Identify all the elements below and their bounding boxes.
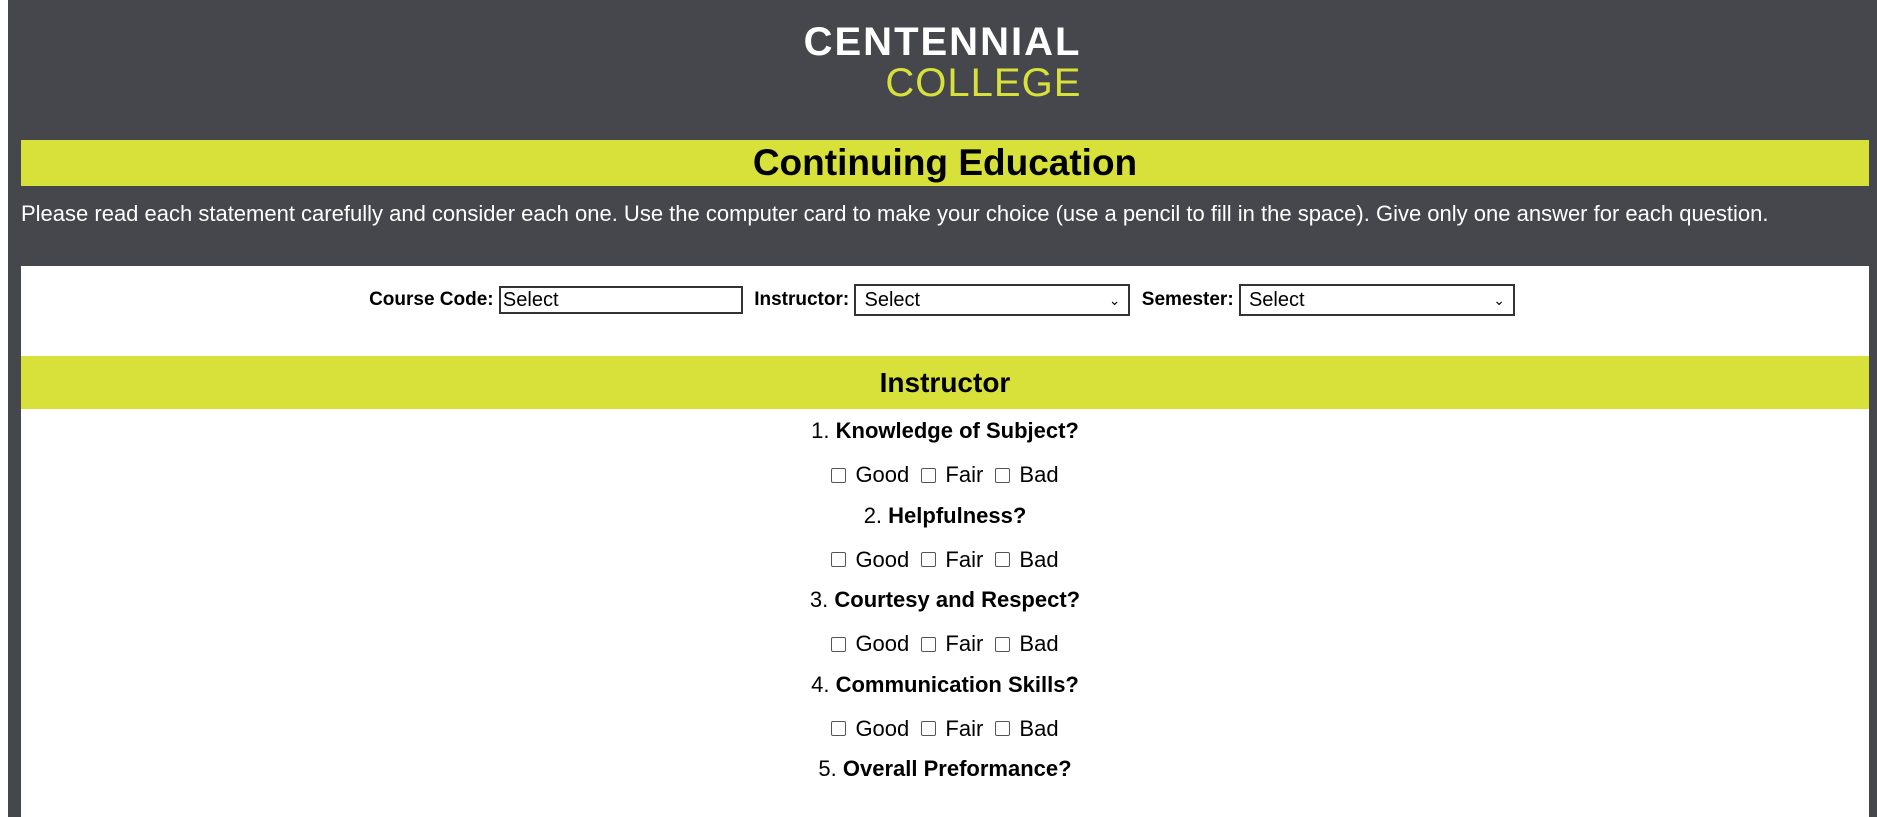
question-number: 2. — [863, 502, 883, 528]
semester-select[interactable]: Select ⌄ — [1238, 284, 1515, 316]
option-label: Bad — [1019, 462, 1059, 487]
question-5: 5. Overall Preformance? — [21, 756, 1869, 782]
chevron-down-icon: ⌄ — [1493, 291, 1505, 308]
checkbox[interactable] — [921, 721, 937, 736]
question-number: 1. — [811, 418, 830, 443]
intro-text: Please read each statement carefully and… — [21, 201, 1769, 226]
question-1: 1. Knowledge of Subject? — [21, 418, 1869, 444]
checkbox[interactable] — [921, 467, 937, 483]
instructor-label: Instructor: — [754, 289, 850, 310]
answer-options-1: Good Fair Bad — [21, 462, 1869, 489]
instructor-select[interactable]: Select ⌄ — [854, 284, 1131, 316]
answer-options-3: Good Fair Bad — [21, 631, 1869, 658]
option-good[interactable]: Good — [831, 716, 909, 742]
question-number: 5. — [818, 756, 837, 781]
option-label: Fair — [945, 546, 984, 572]
checkbox[interactable] — [831, 552, 847, 567]
option-label: Bad — [1019, 631, 1059, 656]
logo-line2: COLLEGE — [885, 61, 1082, 105]
question-3: 3. Courtesy and Respect? — [21, 587, 1869, 613]
question-2: 2. Helpfulness? — [21, 503, 1869, 529]
option-good[interactable]: Good — [831, 462, 909, 488]
question-text: Courtesy and Respect? — [834, 587, 1081, 612]
option-fair[interactable]: Fair — [921, 462, 983, 488]
checkbox[interactable] — [831, 636, 847, 652]
semester-select-value: Select — [1248, 288, 1305, 311]
option-label: Good — [855, 631, 910, 656]
checkbox[interactable] — [831, 721, 847, 736]
option-fair[interactable]: Fair — [921, 547, 983, 573]
checkbox[interactable] — [921, 636, 937, 652]
section-heading: Instructor — [21, 356, 1869, 409]
option-label: Fair — [945, 631, 984, 656]
semester-label: Semester: — [1141, 289, 1234, 310]
checkbox[interactable] — [831, 467, 847, 483]
option-fair[interactable]: Fair — [921, 631, 983, 657]
filter-bar: Course Code: Instructor: Select ⌄ Semest… — [21, 284, 1869, 316]
question-list: 1. Knowledge of Subject? Good Fair Bad 2… — [21, 418, 1869, 800]
checkbox[interactable] — [995, 636, 1011, 652]
option-label: Fair — [945, 715, 984, 741]
question-number: 3. — [809, 587, 829, 612]
answer-options-4: Good Fair Bad — [21, 716, 1869, 743]
page-title: Continuing Education — [21, 140, 1869, 186]
option-bad[interactable]: Bad — [995, 462, 1059, 488]
question-text: Knowledge of Subject? — [835, 418, 1079, 443]
option-label: Bad — [1019, 546, 1059, 572]
checkbox[interactable] — [995, 552, 1011, 567]
chevron-down-icon: ⌄ — [1108, 291, 1121, 308]
answer-options-2: Good Fair Bad — [21, 547, 1869, 574]
option-label: Good — [855, 462, 910, 487]
option-good[interactable]: Good — [831, 547, 909, 573]
option-label: Good — [855, 715, 910, 741]
option-fair[interactable]: Fair — [921, 716, 983, 742]
option-label: Good — [855, 546, 910, 572]
question-text: Communication Skills? — [835, 671, 1079, 697]
option-bad[interactable]: Bad — [995, 631, 1059, 657]
course-code-label: Course Code: — [369, 289, 494, 310]
survey-form: Course Code: Instructor: Select ⌄ Semest… — [21, 266, 1869, 817]
option-bad[interactable]: Bad — [995, 546, 1059, 573]
checkbox[interactable] — [995, 467, 1011, 483]
question-4: 4. Communication Skills? — [21, 672, 1869, 698]
checkbox[interactable] — [921, 552, 937, 567]
option-label: Bad — [1019, 715, 1059, 741]
course-code-input[interactable] — [498, 286, 743, 314]
question-text: Overall Preformance? — [842, 756, 1072, 781]
page-background: CENTENNIAL COLLEGE Continuing Education … — [8, 0, 1877, 817]
option-label: Fair — [945, 462, 984, 487]
option-bad[interactable]: Bad — [995, 715, 1059, 742]
option-good[interactable]: Good — [831, 631, 909, 657]
checkbox[interactable] — [995, 721, 1011, 736]
question-text: Helpfulness? — [888, 502, 1027, 528]
instructor-select-value: Select — [864, 288, 921, 311]
logo-line1: CENTENNIAL — [803, 20, 1082, 64]
college-logo: CENTENNIAL COLLEGE — [8, 22, 1877, 103]
question-number: 4. — [811, 671, 830, 697]
